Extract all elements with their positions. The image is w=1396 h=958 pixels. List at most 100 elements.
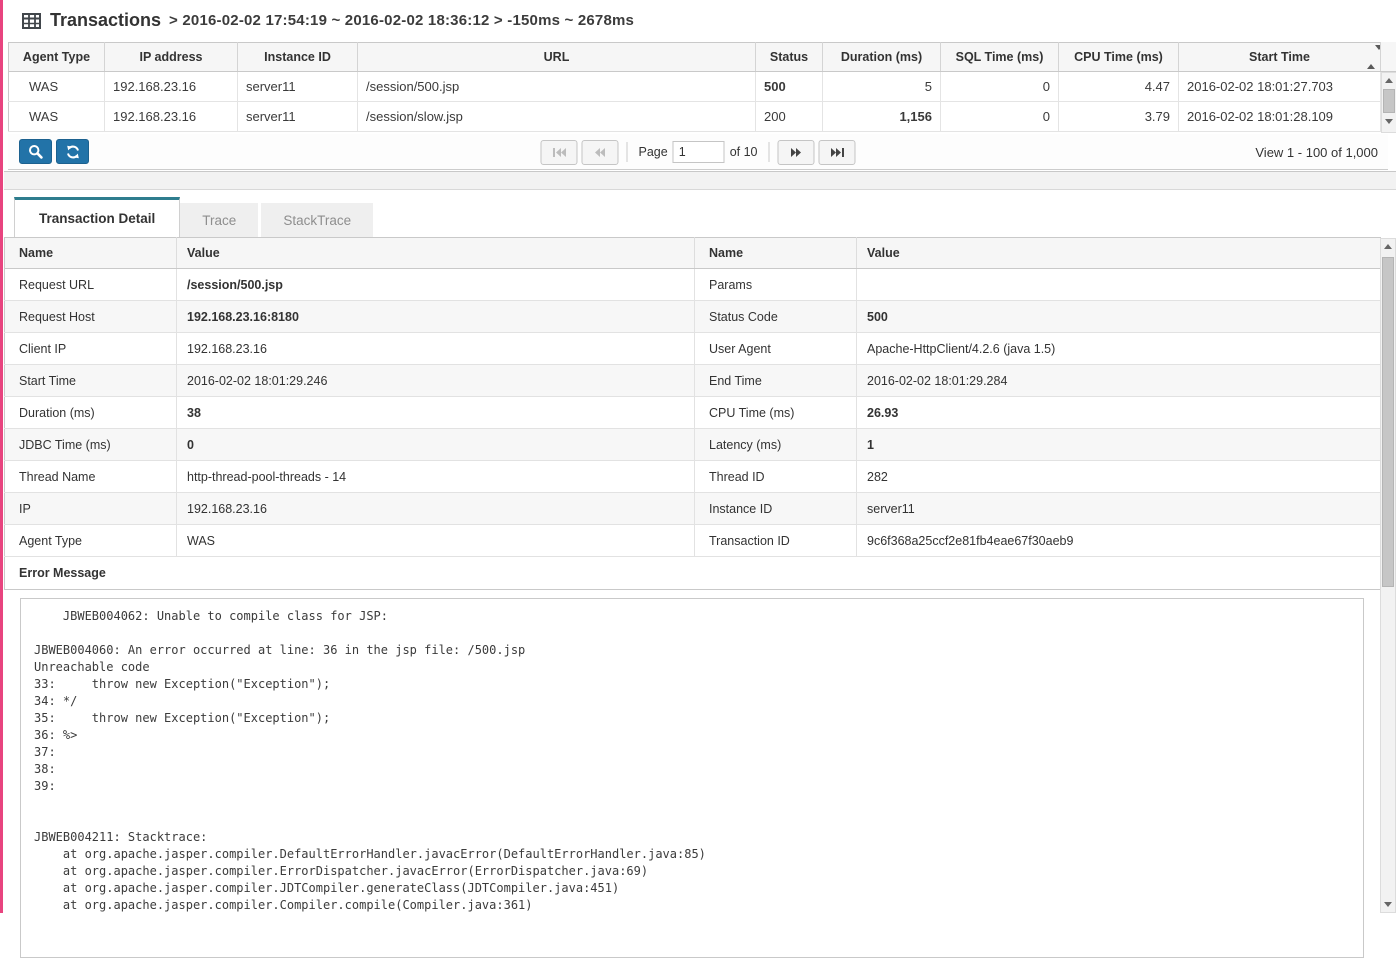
detail-col-name: Name (5, 238, 177, 269)
detail-value: 282 (857, 461, 1381, 493)
detail-name: Instance ID (695, 493, 857, 525)
client-ip-link[interactable]: 192.168.23.16 (177, 333, 695, 365)
detail-name: Transaction ID (695, 525, 857, 557)
detail-name: CPU Time (ms) (695, 397, 857, 429)
scroll-down-icon[interactable] (1382, 114, 1396, 129)
panel-splitter[interactable] (4, 171, 1396, 190)
scroll-up-icon[interactable] (1381, 239, 1395, 254)
col-header-ip-address[interactable]: IP address (105, 43, 238, 72)
error-message-box: JBWEB004062: Unable to compile class for… (20, 598, 1364, 958)
col-header-duration[interactable]: Duration (ms) (823, 43, 941, 72)
prev-page-button[interactable] (581, 140, 618, 165)
titlebar: Transactions > 2016-02-02 17:54:19 ~ 201… (4, 0, 1396, 41)
left-accent-border (0, 0, 3, 913)
detail-name: Client IP (5, 333, 177, 365)
last-page-icon (830, 148, 844, 157)
page-total-label: of 10 (730, 145, 758, 159)
detail-value: http-thread-pool-threads - 14 (177, 461, 695, 493)
col-header-instance-id[interactable]: Instance ID (238, 43, 358, 72)
transaction-row[interactable]: WAS 192.168.23.16 server11 /session/500.… (9, 72, 1381, 102)
cell-url: /session/slow.jsp (358, 102, 756, 132)
last-page-button[interactable] (819, 140, 856, 165)
pager-bar: Page of 10 View 1 - 100 of 1,000 (8, 134, 1388, 170)
status-code-value: 500 (857, 301, 1381, 333)
detail-col-name: Name (695, 238, 857, 269)
cell-cpu-time: 3.79 (1059, 102, 1179, 132)
breadcrumb-range: > 2016-02-02 17:54:19 ~ 2016-02-02 18:36… (169, 12, 634, 29)
detail-name: Status Code (695, 301, 857, 333)
detail-name: Params (695, 269, 857, 301)
transaction-detail-table: Name Value Name Value Request URL /sessi… (4, 237, 1381, 590)
request-host-link[interactable]: 192.168.23.16:8180 (177, 301, 695, 333)
request-url-link[interactable]: /session/500.jsp (177, 269, 695, 301)
detail-name: IP (5, 493, 177, 525)
error-message-label: Error Message (5, 557, 1381, 590)
detail-value: 2016-02-02 18:01:29.284 (857, 365, 1381, 397)
detail-name: End Time (695, 365, 857, 397)
sort-icon[interactable] (1367, 50, 1377, 64)
cell-agent-type: WAS (9, 102, 105, 132)
grid-scrollbar[interactable] (1381, 72, 1396, 133)
scroll-down-icon[interactable] (1381, 897, 1395, 912)
page-title: Transactions (50, 10, 161, 31)
scroll-up-icon[interactable] (1382, 73, 1396, 88)
cell-ip-address: 192.168.23.16 (105, 102, 238, 132)
first-page-button[interactable] (540, 140, 577, 165)
detail-col-value: Value (177, 238, 695, 269)
detail-col-value: Value (857, 238, 1381, 269)
detail-header-row: Name Value Name Value (5, 238, 1381, 269)
pagination: Page of 10 (538, 139, 857, 165)
cell-status: 500 (756, 72, 823, 102)
prev-page-icon (594, 148, 605, 157)
cell-start-time: 2016-02-02 18:01:28.109 (1179, 102, 1381, 132)
grid-header-row: Agent Type IP address Instance ID URL St… (9, 43, 1381, 72)
next-page-icon (791, 148, 802, 157)
col-header-url[interactable]: URL (358, 43, 756, 72)
table-grid-icon (22, 13, 41, 29)
cell-url: /session/500.jsp (358, 72, 756, 102)
col-header-sql-time[interactable]: SQL Time (ms) (941, 43, 1059, 72)
detail-row: Agent Type WAS Transaction ID 9c6f368a25… (5, 525, 1381, 557)
detail-name: Request Host (5, 301, 177, 333)
cpu-time-value: 26.93 (857, 397, 1381, 429)
tab-transaction-detail[interactable]: Transaction Detail (14, 197, 180, 237)
page-input[interactable] (673, 141, 725, 163)
detail-name: Start Time (5, 365, 177, 397)
scrollbar-thumb[interactable] (1382, 257, 1394, 587)
detail-row: Start Time 2016-02-02 18:01:29.246 End T… (5, 365, 1381, 397)
refresh-button[interactable] (56, 139, 89, 164)
col-header-start-time[interactable]: Start Time (1179, 43, 1381, 72)
cell-start-time: 2016-02-02 18:01:27.703 (1179, 72, 1381, 102)
transaction-row[interactable]: WAS 192.168.23.16 server11 /session/slow… (9, 102, 1381, 132)
tab-trace[interactable]: Trace (180, 203, 258, 237)
col-header-agent-type[interactable]: Agent Type (9, 43, 105, 72)
detail-value: 2016-02-02 18:01:29.246 (177, 365, 695, 397)
col-header-cpu-time[interactable]: CPU Time (ms) (1059, 43, 1179, 72)
search-button[interactable] (19, 139, 52, 164)
transactions-grid: Agent Type IP address Instance ID URL St… (8, 42, 1381, 132)
detail-value: 9c6f368a25ccf2e81fb4eae67f30aeb9 (857, 525, 1381, 557)
first-page-icon (552, 148, 566, 157)
detail-row: Client IP 192.168.23.16 User Agent Apach… (5, 333, 1381, 365)
cell-cpu-time: 4.47 (1059, 72, 1179, 102)
detail-name: Duration (ms) (5, 397, 177, 429)
next-page-button[interactable] (778, 140, 815, 165)
detail-tabs: Transaction Detail Trace StackTrace (4, 197, 1380, 237)
latency-value: 1 (857, 429, 1381, 461)
cell-status: 200 (756, 102, 823, 132)
detail-value: WAS (177, 525, 695, 557)
scrollbar-thumb[interactable] (1383, 89, 1395, 113)
detail-value: Apache-HttpClient/4.2.6 (java 1.5) (857, 333, 1381, 365)
tab-stacktrace[interactable]: StackTrace (261, 203, 373, 237)
detail-scrollbar[interactable] (1380, 238, 1396, 913)
col-header-status[interactable]: Status (756, 43, 823, 72)
pager-divider (769, 142, 770, 162)
detail-name: Agent Type (5, 525, 177, 557)
duration-value: 38 (177, 397, 695, 429)
error-message-label-row: Error Message (5, 557, 1381, 590)
detail-row: Request URL /session/500.jsp Params (5, 269, 1381, 301)
detail-name: Latency (ms) (695, 429, 857, 461)
grid-scrollbar-corner (1381, 42, 1396, 72)
cell-duration: 1,156 (823, 102, 941, 132)
detail-row: Request Host 192.168.23.16:8180 Status C… (5, 301, 1381, 333)
